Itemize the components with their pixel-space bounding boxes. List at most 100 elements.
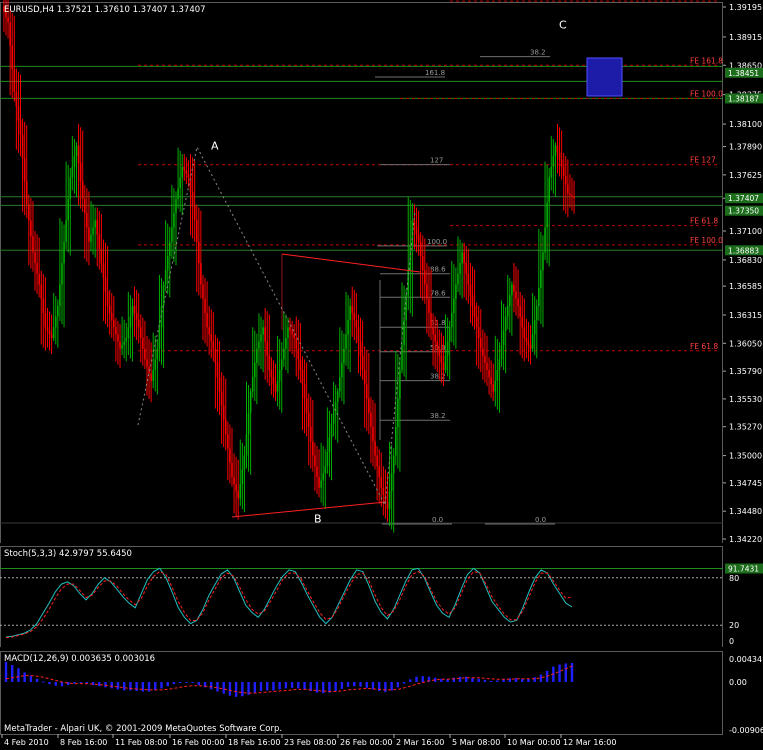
macd-histogram-bar — [234, 681, 238, 697]
candle-body — [361, 355, 364, 371]
candle-body — [421, 255, 424, 271]
candle-body — [465, 263, 468, 274]
candle-body — [506, 305, 509, 317]
fib-level-label: 161.8 — [425, 69, 445, 77]
macd-histogram-bar — [496, 680, 499, 682]
fib-level-label: 0.0 — [535, 516, 546, 524]
macd-histogram-bar — [471, 677, 474, 682]
candle-body — [32, 236, 34, 253]
candle-body — [139, 327, 142, 338]
candle-body — [473, 305, 476, 317]
candle-body — [214, 348, 217, 363]
candle-body — [23, 157, 26, 182]
macd-histogram-bar — [191, 681, 194, 684]
candle-body — [117, 334, 119, 342]
macd-histogram-bar — [346, 681, 350, 687]
fe-level-label: FE 100.0 — [690, 236, 723, 245]
candle-body — [28, 204, 30, 221]
price-tag-label: 1.36883 — [728, 246, 759, 255]
candle-body — [179, 177, 181, 189]
macd-histogram-bar — [303, 681, 306, 690]
candle-body — [274, 384, 277, 392]
candle-body — [191, 191, 194, 207]
wave-label: C — [559, 19, 567, 32]
candle-body — [280, 359, 283, 371]
macd-histogram-bar — [166, 681, 169, 687]
candle-body — [347, 320, 349, 335]
candle-body — [171, 227, 173, 242]
candle-body — [399, 370, 401, 399]
candle-body — [388, 491, 391, 510]
candle-body — [239, 484, 242, 499]
macd-histogram-bar — [259, 681, 263, 692]
y-tick-label: 1.36315 — [729, 311, 762, 320]
y-tick-label: 1.38100 — [729, 120, 762, 129]
candle-body — [86, 213, 88, 228]
y-tick-label: 1.34220 — [729, 535, 762, 544]
macd-tick-label: -0.00906 — [729, 726, 763, 735]
candle-body — [336, 391, 339, 403]
candle-body — [144, 348, 146, 360]
macd-histogram-bar — [54, 681, 57, 686]
candle-body — [438, 348, 441, 356]
candle-body — [113, 320, 115, 328]
x-tick-label: 5 Mar 08:00 — [452, 738, 500, 747]
candle-body — [397, 398, 399, 428]
stoch-value-label: 91.7431 — [728, 565, 759, 574]
candle-body — [166, 255, 169, 271]
macd-histogram-bar — [390, 681, 393, 691]
candle-body — [556, 145, 559, 153]
candle-body — [104, 277, 107, 292]
macd-title: MACD(12,26,9) 0.003635 0.003016 — [4, 654, 155, 664]
candle-body — [343, 348, 345, 363]
candle-body — [216, 362, 219, 378]
x-tick-label: 12 Mar 16:00 — [563, 738, 616, 747]
candle-body — [573, 196, 575, 198]
candle-body — [46, 327, 49, 331]
candle-body — [233, 476, 235, 485]
trading-chart[interactable]: FE 127 FE 161.8 FE 100.0 FE 127 FE 61.8 FE 10… — [0, 0, 763, 750]
macd-histogram-bar — [421, 676, 424, 682]
candle-body — [349, 305, 351, 321]
candle-body — [287, 327, 289, 338]
stoch-title: Stoch(5,3,3) 42.9797 55.6450 — [4, 549, 132, 559]
candle-body — [260, 334, 262, 342]
candle-body — [251, 377, 254, 392]
candle-body — [59, 284, 61, 306]
candle-body — [529, 345, 532, 349]
macd-histogram-bar — [110, 681, 113, 689]
candle-body — [268, 355, 271, 371]
candle-body — [461, 252, 463, 264]
candle-body — [237, 491, 239, 499]
macd-histogram-bar — [141, 681, 145, 692]
candle-body — [193, 206, 196, 221]
candle-body — [314, 455, 316, 467]
candle-body — [92, 227, 94, 235]
macd-tick-label: 0.00 — [729, 678, 747, 687]
macd-histogram-bar — [135, 681, 138, 692]
candle-body — [156, 348, 159, 360]
candle-body — [411, 220, 414, 246]
macd-histogram-bar — [371, 681, 375, 690]
candle-body — [455, 284, 457, 299]
candle-body — [415, 227, 418, 235]
y-tick-label: 1.36050 — [729, 339, 762, 348]
candle-body — [123, 341, 125, 346]
x-tick-label: 26 Feb 00:00 — [340, 738, 392, 747]
candle-body — [289, 327, 291, 331]
candle-body — [152, 370, 155, 381]
candle-body — [81, 181, 84, 199]
candle-body — [457, 273, 459, 285]
price-tag-label: 1.37350 — [728, 207, 759, 216]
macd-histogram-bar — [489, 680, 493, 682]
macd-histogram-bar — [116, 681, 120, 690]
fe-level-label: FE 100.0 — [690, 89, 723, 98]
candle-body — [546, 202, 548, 228]
macd-histogram-bar — [284, 681, 288, 689]
candle-body — [496, 370, 499, 381]
candle-body — [339, 377, 341, 392]
candle-body — [554, 145, 557, 157]
candle-body — [428, 298, 430, 314]
candle-body — [264, 327, 266, 342]
y-tick-label: 1.35000 — [729, 452, 762, 461]
